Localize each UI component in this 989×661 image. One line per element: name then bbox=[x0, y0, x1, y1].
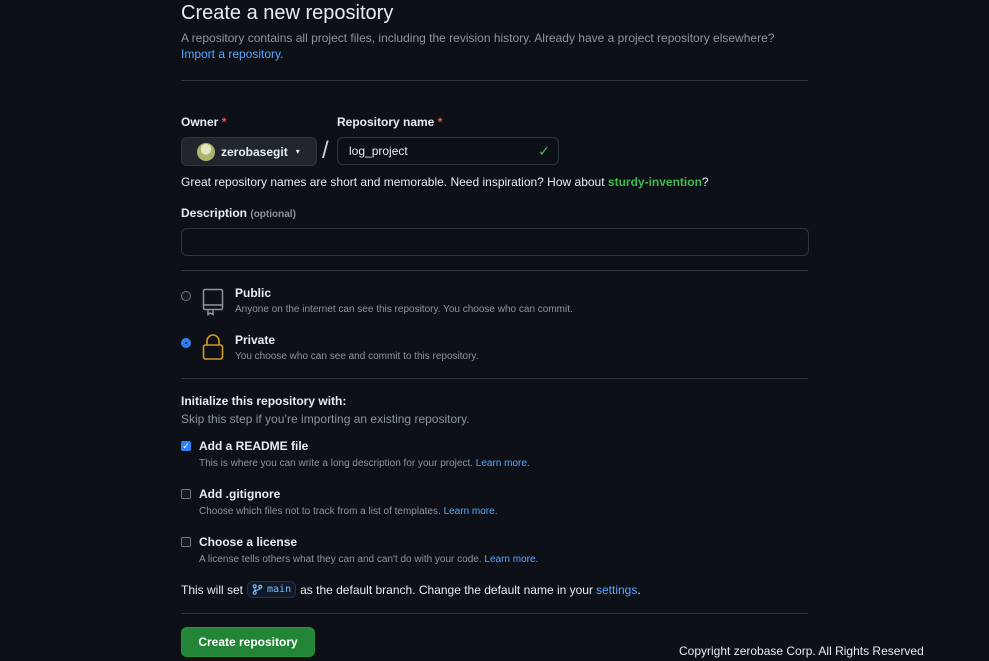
divider bbox=[181, 80, 808, 81]
suggested-name-link[interactable]: sturdy-invention bbox=[608, 175, 702, 189]
gitignore-subtitle: Choose which files not to track from a l… bbox=[199, 506, 497, 517]
create-repository-button[interactable]: Create repository bbox=[181, 627, 315, 657]
suggestion-suffix: ? bbox=[701, 175, 709, 189]
divider bbox=[181, 270, 808, 271]
required-mark: * bbox=[221, 115, 227, 129]
private-radio[interactable] bbox=[181, 338, 191, 348]
name-suggestion: Great repository names are short and mem… bbox=[181, 175, 709, 189]
subtitle-text: A repository contains all project files,… bbox=[181, 31, 775, 45]
branch-chip: main bbox=[247, 581, 297, 598]
settings-link[interactable]: settings bbox=[596, 583, 637, 597]
description-label-text: Description bbox=[181, 206, 248, 220]
check-icon: ✓ bbox=[538, 143, 550, 159]
public-subtitle: Anyone on the internet can see this repo… bbox=[235, 304, 573, 315]
git-branch-icon bbox=[252, 584, 263, 595]
description-label: Description (optional) bbox=[181, 206, 296, 220]
init-title: Initialize this repository with: bbox=[181, 394, 347, 408]
caret-down-icon: ▾ bbox=[295, 147, 300, 156]
gitignore-learn-more-link[interactable]: Learn more. bbox=[444, 506, 498, 517]
license-learn-more-link[interactable]: Learn more. bbox=[484, 554, 538, 565]
license-subtitle: A license tells others what they can and… bbox=[199, 554, 538, 565]
divider bbox=[181, 378, 808, 379]
create-repo-page: Create a new repository A repository con… bbox=[0, 0, 989, 661]
readme-learn-more-link[interactable]: Learn more. bbox=[476, 458, 530, 469]
owner-select-button[interactable]: zerobasegit ▾ bbox=[181, 137, 317, 166]
optional-tag: (optional) bbox=[250, 209, 296, 220]
license-title: Choose a license bbox=[199, 535, 298, 549]
description-input[interactable] bbox=[181, 228, 809, 256]
repo-name-value: log_project bbox=[349, 144, 408, 158]
gitignore-checkbox[interactable] bbox=[181, 489, 191, 499]
license-subtitle-text: A license tells others what they can and… bbox=[199, 554, 482, 565]
branch-name: main bbox=[267, 584, 292, 595]
branch-suffix: . bbox=[637, 582, 641, 597]
repo-name-label: Repository name * bbox=[337, 115, 442, 129]
gitignore-subtitle-text: Choose which files not to track from a l… bbox=[199, 506, 441, 517]
readme-checkbox[interactable]: ✓ bbox=[181, 441, 191, 451]
default-branch-note: This will set main as the default branch… bbox=[181, 581, 641, 598]
repo-name-label-text: Repository name bbox=[337, 115, 435, 129]
init-subtitle: Skip this step if you’re importing an ex… bbox=[181, 412, 470, 426]
copyright-text: Copyright zerobase Corp. All Rights Rese… bbox=[679, 644, 924, 658]
lock-icon bbox=[202, 334, 224, 360]
branch-middle-text: as the default branch. Change the defaul… bbox=[300, 582, 593, 597]
page-subtitle: A repository contains all project files,… bbox=[181, 30, 801, 62]
readme-title: Add a README file bbox=[199, 439, 309, 453]
required-mark: * bbox=[437, 115, 443, 129]
divider bbox=[181, 613, 808, 614]
private-title: Private bbox=[235, 333, 276, 347]
avatar bbox=[197, 142, 215, 161]
public-title: Public bbox=[235, 286, 272, 300]
repo-icon bbox=[202, 288, 224, 316]
branch-prefix-text: This will set bbox=[181, 582, 244, 597]
license-checkbox[interactable] bbox=[181, 537, 191, 547]
public-radio[interactable] bbox=[181, 291, 191, 301]
private-subtitle: You choose who can see and commit to thi… bbox=[235, 351, 479, 362]
page-title: Create a new repository bbox=[181, 2, 394, 24]
owner-repo-separator: / bbox=[322, 137, 329, 164]
suggestion-text: Great repository names are short and mem… bbox=[181, 175, 605, 189]
gitignore-title: Add .gitignore bbox=[199, 487, 281, 501]
owner-value: zerobasegit bbox=[221, 144, 288, 159]
owner-label-text: Owner bbox=[181, 115, 219, 129]
readme-subtitle-text: This is where you can write a long descr… bbox=[199, 458, 474, 469]
import-repo-link[interactable]: Import a repository. bbox=[181, 47, 283, 61]
owner-label: Owner * bbox=[181, 115, 226, 129]
repo-name-input[interactable]: log_project ✓ bbox=[337, 137, 559, 165]
readme-subtitle: This is where you can write a long descr… bbox=[199, 458, 530, 469]
